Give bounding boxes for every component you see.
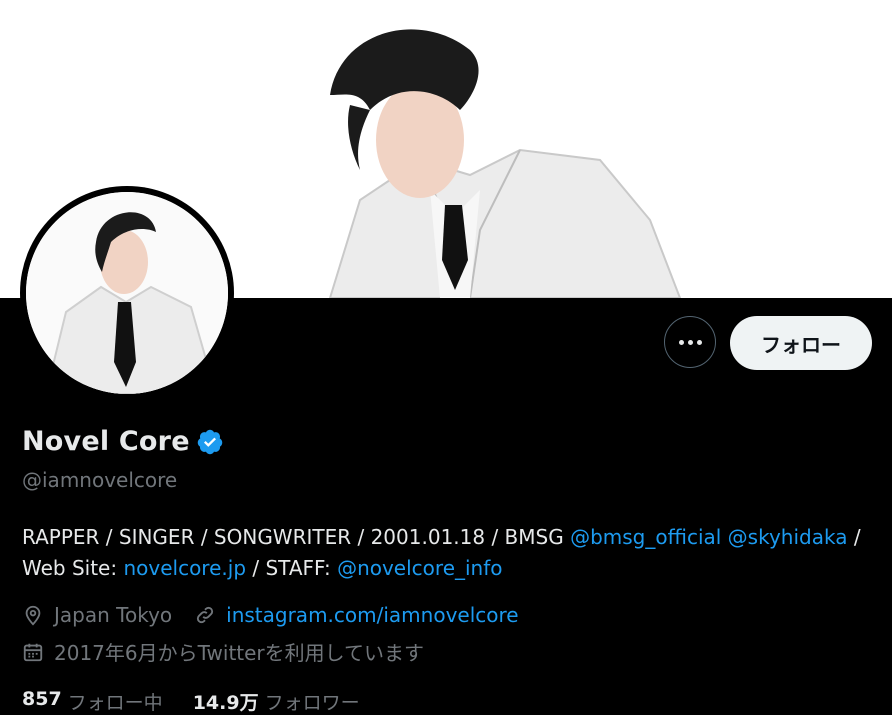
followers-label: フォロワー: [264, 692, 360, 714]
mention-link[interactable]: @novelcore_info: [337, 556, 502, 580]
following-label: フォロー中: [67, 692, 163, 714]
mention-link[interactable]: @bmsg_official: [570, 525, 721, 549]
avatar: [26, 192, 228, 394]
more-options-button[interactable]: [664, 316, 716, 368]
avatar-frame[interactable]: [20, 186, 234, 400]
profile-meta-row: Japan Tokyo instagram.com/iamnovelcore: [22, 603, 519, 627]
website-link[interactable]: novelcore.jp: [123, 556, 246, 580]
bio-text: / STAFF:: [246, 556, 338, 580]
profile-website-link[interactable]: instagram.com/iamnovelcore: [226, 603, 518, 627]
profile-bio: RAPPER / SINGER / SONGWRITER / 2001.01.1…: [22, 522, 882, 584]
followers-stat[interactable]: 14.9万 フォロワー: [193, 688, 360, 715]
user-handle: @iamnovelcore: [22, 468, 178, 492]
link-icon: [197, 606, 214, 624]
bio-text: /: [847, 525, 861, 549]
following-stat[interactable]: 857 フォロー中: [22, 688, 163, 715]
mention-link[interactable]: @skyhidaka: [728, 525, 848, 549]
joined-date: 2017年6月からTwitterを利用しています: [54, 641, 425, 665]
follow-button[interactable]: フォロー: [730, 316, 872, 370]
display-name: Novel Core: [22, 426, 190, 457]
avatar-image: [26, 192, 228, 394]
location-icon: [25, 605, 41, 626]
following-count: 857: [22, 688, 62, 710]
followers-count: 14.9万: [192, 692, 259, 714]
more-icon: [678, 339, 684, 345]
profile-name-row: Novel Core: [22, 426, 224, 457]
bio-text: Web Site:: [22, 556, 124, 580]
joined-row: 2017年6月からTwitterを利用しています: [22, 637, 424, 666]
verified-badge-icon[interactable]: [196, 428, 224, 456]
bio-text: RAPPER / SINGER / SONGWRITER / 2001.01.1…: [22, 525, 571, 549]
calendar-icon: [23, 643, 43, 661]
follow-stats: 857 フォロー中 14.9万 フォロワー: [22, 688, 390, 715]
location-text: Japan Tokyo: [54, 603, 173, 627]
